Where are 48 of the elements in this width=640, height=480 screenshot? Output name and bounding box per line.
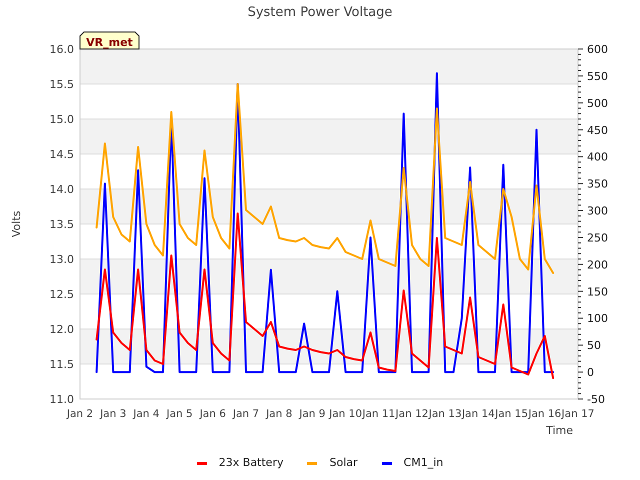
y2-tick-label: 450 (587, 124, 608, 137)
y-tick-label: 13.0 (50, 253, 74, 266)
x-tick-label: Jan 14 (462, 408, 495, 420)
y-tick-label: 14.0 (50, 183, 74, 196)
chart-title: System Power Voltage (248, 4, 392, 22)
x-tick-label: Jan 13 (428, 408, 462, 420)
legend-label: CM1_in (404, 454, 444, 471)
x-tick-label: Jan 12 (396, 408, 428, 420)
x-tick-label: Jan 4 (133, 408, 160, 420)
legend-label: 23x Battery (218, 454, 284, 471)
y-tick-label: 12.0 (50, 323, 74, 336)
y2-tick-label: 400 (587, 150, 608, 164)
y2-tick-label: 100 (587, 312, 608, 326)
y2-tick-label: -50 (587, 393, 605, 406)
x-tick-label: Jan 10 (329, 408, 362, 420)
y-tick-label: 14.5 (50, 148, 74, 161)
y2-tick-label: 350 (587, 178, 608, 191)
y2-tick-label: 600 (587, 43, 608, 56)
station-badge: VR_met (80, 32, 140, 50)
x-tick-label: Jan 6 (200, 408, 226, 420)
y-tick-label: 15.0 (50, 113, 74, 126)
y2-tick-label: 200 (587, 258, 608, 272)
x-tick-label: Jan 15 (495, 408, 528, 420)
x-axis-label: Time (546, 424, 573, 437)
x-tick-label: Jan 11 (362, 408, 396, 420)
x-tick-label: Jan 3 (100, 408, 126, 420)
y2-tick-label: 0 (587, 366, 594, 380)
x-tick-label: Jan 7 (232, 408, 260, 420)
y-tick-label: 15.5 (50, 78, 74, 91)
legend-label: Solar (329, 454, 358, 471)
y2-tick-label: 500 (587, 96, 608, 110)
x-tick-label: Jan 9 (299, 408, 326, 420)
y-tick-label: 13.5 (50, 218, 74, 231)
x-tick-label: Jan 17 (562, 408, 594, 420)
y-axis-label: Volts (10, 210, 23, 238)
y2-tick-label: 150 (587, 285, 608, 298)
y2-tick-label: 550 (587, 70, 608, 83)
y-tick-label: 11.5 (50, 358, 74, 371)
y-tick-label: 11.0 (50, 393, 74, 406)
x-tick-label: Jan 8 (266, 408, 292, 420)
x-tick-label: Jan 16 (528, 408, 562, 420)
y2-tick-label: 250 (587, 231, 608, 244)
y2-tick-label: 300 (587, 204, 608, 218)
y-tick-label: 16.0 (50, 43, 74, 56)
y-tick-label: 12.5 (50, 288, 74, 301)
y2-tick-label: 50 (587, 339, 601, 352)
x-tick-label: Jan 5 (166, 408, 193, 420)
x-tick-label: Jan 2 (66, 408, 94, 420)
